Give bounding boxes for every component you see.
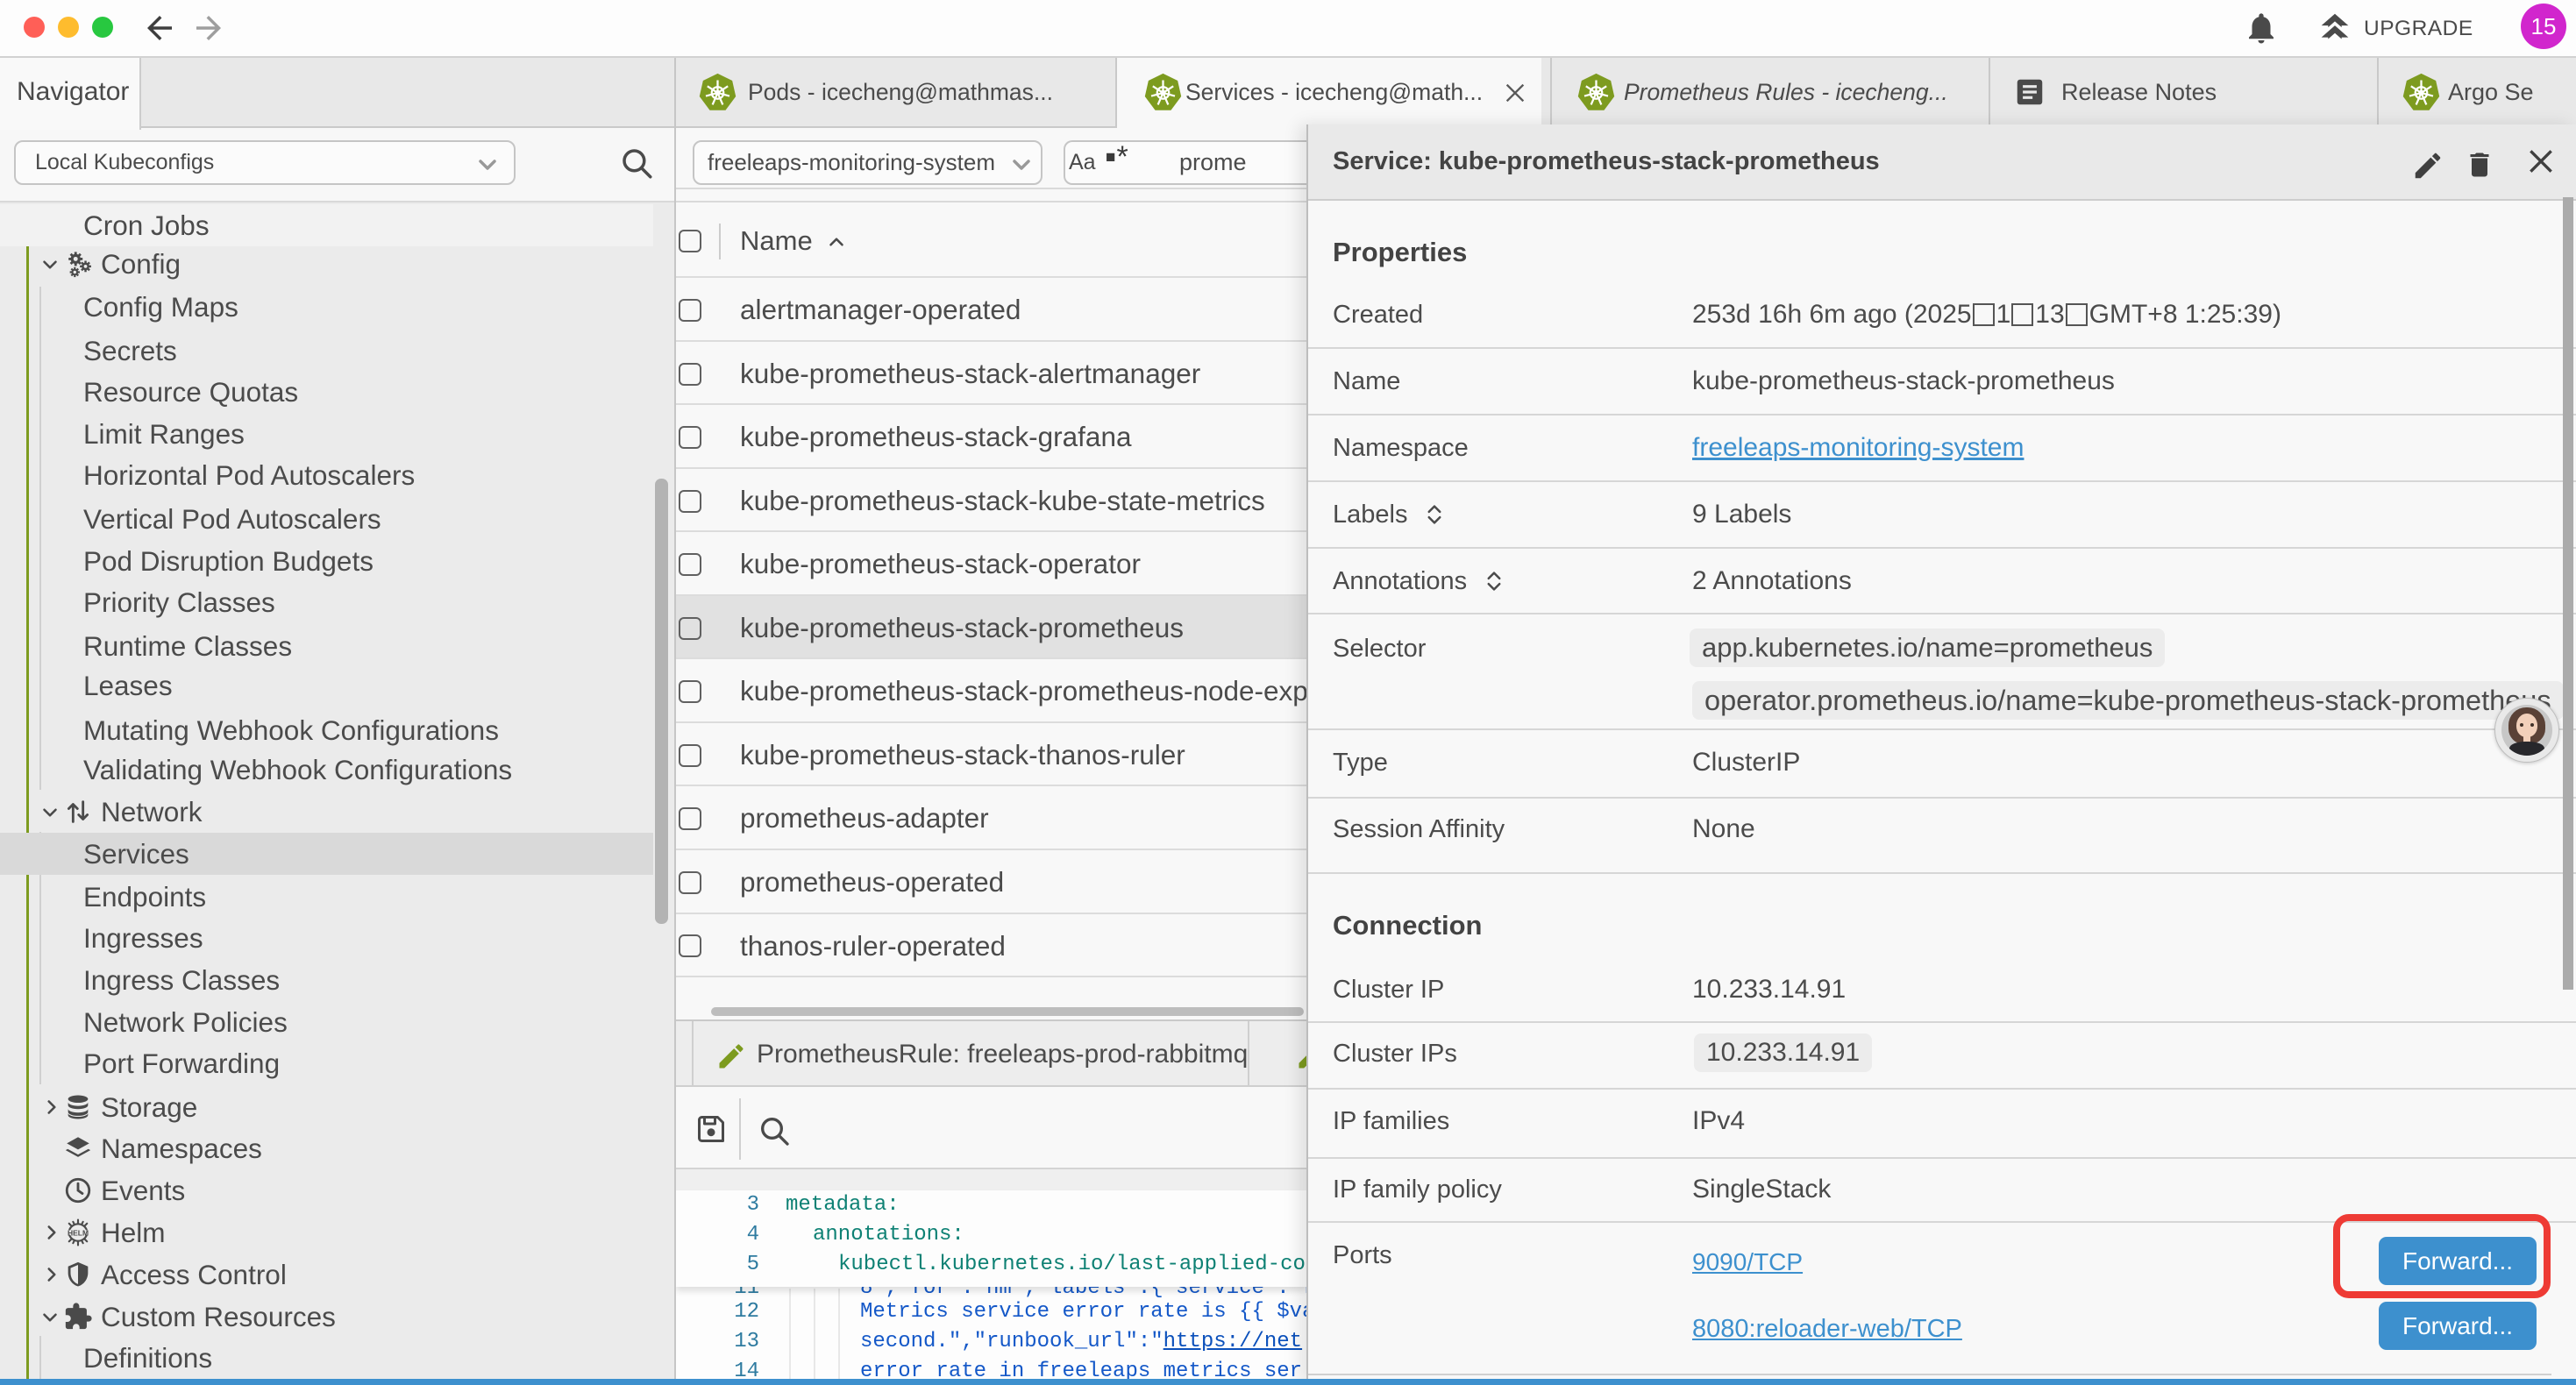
svg-text:HELM: HELM xyxy=(68,1229,89,1238)
